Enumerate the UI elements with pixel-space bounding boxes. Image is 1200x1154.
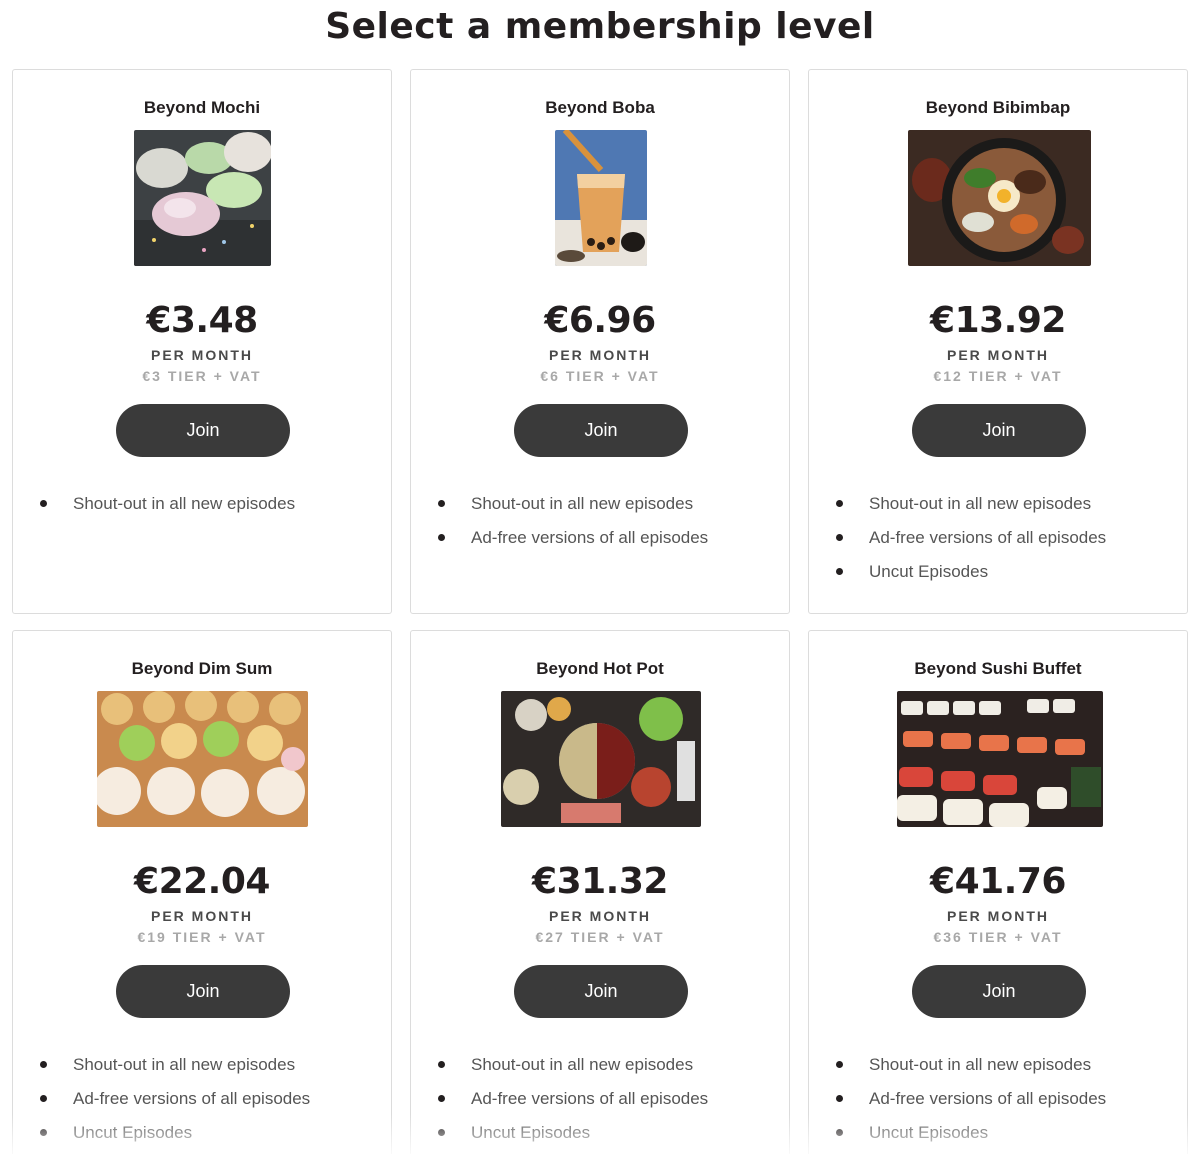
- tier-card-beyond-boba: Beyond Boba €6.96 PER MONTH €6 TIER + VA…: [410, 69, 790, 614]
- per-month-label: PER MONTH: [549, 347, 651, 363]
- tier-card-beyond-sushi-buffet: Beyond Sushi Buffet €41.76 PER MONTH €36…: [808, 630, 1188, 1154]
- benefit-text: Shout-out in all new episodes: [73, 1055, 296, 1074]
- benefit-item: Shout-out in all new episodes: [411, 1051, 789, 1085]
- benefit-item: Shout-out in all new episodes: [13, 490, 391, 524]
- benefit-item: Uncut Episodes: [809, 1119, 1187, 1153]
- tier-name: Beyond Mochi: [143, 98, 261, 117]
- benefit-item: Ad-free versions of all episodes: [809, 524, 1187, 558]
- benefits-list: Shout-out in all new episodes: [13, 490, 391, 524]
- join-button[interactable]: Join: [514, 965, 688, 1018]
- price: €13.92: [930, 300, 1066, 341]
- price: €31.32: [532, 861, 668, 902]
- bullet-icon: [836, 534, 843, 541]
- page-title: Select a membership level: [325, 6, 875, 47]
- bullet-icon: [40, 500, 47, 507]
- tier-card-beyond-hot-pot: Beyond Hot Pot €31.32 PER MONTH €27 TIER…: [410, 630, 790, 1154]
- benefit-text: Shout-out in all new episodes: [471, 494, 694, 513]
- tier-card-beyond-dim-sum: Beyond Dim Sum €22.04 PER MONTH €19 TIER…: [12, 630, 392, 1154]
- per-month-label: PER MONTH: [549, 908, 651, 924]
- bullet-icon: [40, 1061, 47, 1068]
- bullet-icon: [40, 1129, 47, 1136]
- benefit-text: Shout-out in all new episodes: [869, 1055, 1092, 1074]
- boba-photo: [555, 130, 647, 266]
- bullet-icon: [836, 1095, 843, 1102]
- join-button[interactable]: Join: [912, 404, 1086, 457]
- bullet-icon: [438, 500, 445, 507]
- benefit-text: Uncut Episodes: [869, 562, 989, 581]
- per-month-label: PER MONTH: [151, 908, 253, 924]
- benefit-item: Shout-out in all new episodes: [809, 1051, 1187, 1085]
- join-button[interactable]: Join: [116, 965, 290, 1018]
- tier-name: Beyond Boba: [545, 98, 655, 117]
- tier-vat-label: €27 TIER + VAT: [535, 929, 665, 945]
- tier-vat-label: €6 TIER + VAT: [540, 368, 660, 384]
- tier-card-beyond-mochi: Beyond Mochi €3.48 PER MONTH €3 TIER + V…: [12, 69, 392, 614]
- dim-sum-photo: [97, 691, 308, 827]
- benefit-text: Ad-free versions of all episodes: [869, 1089, 1107, 1108]
- sushi-buffet-photo: [897, 691, 1103, 827]
- bullet-icon: [836, 1061, 843, 1068]
- per-month-label: PER MONTH: [947, 347, 1049, 363]
- benefit-item: Ad-free versions of all episodes: [809, 1085, 1187, 1119]
- benefits-list: Shout-out in all new episodes Ad-free ve…: [411, 490, 789, 558]
- tier-vat-label: €19 TIER + VAT: [137, 929, 267, 945]
- bullet-icon: [438, 534, 445, 541]
- tier-name: Beyond Bibimbap: [925, 98, 1071, 117]
- mochi-photo: [134, 130, 271, 266]
- join-button[interactable]: Join: [116, 404, 290, 457]
- price: €22.04: [134, 861, 270, 902]
- benefit-text: Shout-out in all new episodes: [869, 494, 1092, 513]
- benefit-item: Ad-free versions of all episodes: [411, 1085, 789, 1119]
- bullet-icon: [40, 1095, 47, 1102]
- bullet-icon: [438, 1129, 445, 1136]
- tier-name: Beyond Hot Pot: [536, 659, 664, 678]
- tier-name: Beyond Sushi Buffet: [914, 659, 1082, 678]
- benefit-item: Shout-out in all new episodes: [13, 1051, 391, 1085]
- bullet-icon: [836, 568, 843, 575]
- benefit-item: Uncut Episodes: [809, 558, 1187, 592]
- benefit-item: Shout-out in all new episodes: [809, 490, 1187, 524]
- bullet-icon: [836, 500, 843, 507]
- tier-vat-label: €36 TIER + VAT: [933, 929, 1063, 945]
- bibimbap-photo: [908, 130, 1091, 266]
- benefit-item: Uncut Episodes: [411, 1119, 789, 1153]
- benefits-list: Shout-out in all new episodes Ad-free ve…: [411, 1051, 789, 1153]
- benefits-list: Shout-out in all new episodes Ad-free ve…: [13, 1051, 391, 1153]
- benefits-list: Shout-out in all new episodes Ad-free ve…: [809, 490, 1187, 592]
- benefit-item: Ad-free versions of all episodes: [13, 1085, 391, 1119]
- tier-card-beyond-bibimbap: Beyond Bibimbap €13.92 PER MONTH €12 TIE…: [808, 69, 1188, 614]
- join-button[interactable]: Join: [912, 965, 1086, 1018]
- bullet-icon: [836, 1129, 843, 1136]
- benefit-text: Shout-out in all new episodes: [471, 1055, 694, 1074]
- price: €6.96: [544, 300, 656, 341]
- benefit-text: Ad-free versions of all episodes: [471, 528, 709, 547]
- benefit-text: Uncut Episodes: [73, 1123, 193, 1142]
- benefit-text: Ad-free versions of all episodes: [471, 1089, 709, 1108]
- tier-name: Beyond Dim Sum: [131, 659, 273, 678]
- benefit-text: Ad-free versions of all episodes: [73, 1089, 311, 1108]
- benefit-text: Shout-out in all new episodes: [73, 494, 296, 513]
- price: €41.76: [930, 861, 1066, 902]
- price: €3.48: [146, 300, 258, 341]
- bullet-icon: [438, 1095, 445, 1102]
- tier-vat-label: €3 TIER + VAT: [142, 368, 262, 384]
- per-month-label: PER MONTH: [151, 347, 253, 363]
- benefit-item: Uncut Episodes: [13, 1119, 391, 1153]
- join-button[interactable]: Join: [514, 404, 688, 457]
- benefit-text: Uncut Episodes: [471, 1123, 591, 1142]
- bullet-icon: [438, 1061, 445, 1068]
- tier-vat-label: €12 TIER + VAT: [933, 368, 1063, 384]
- per-month-label: PER MONTH: [947, 908, 1049, 924]
- benefits-list: Shout-out in all new episodes Ad-free ve…: [809, 1051, 1187, 1153]
- benefit-text: Ad-free versions of all episodes: [869, 528, 1107, 547]
- benefit-text: Uncut Episodes: [869, 1123, 989, 1142]
- hot-pot-photo: [501, 691, 701, 827]
- benefit-item: Ad-free versions of all episodes: [411, 524, 789, 558]
- benefit-item: Shout-out in all new episodes: [411, 490, 789, 524]
